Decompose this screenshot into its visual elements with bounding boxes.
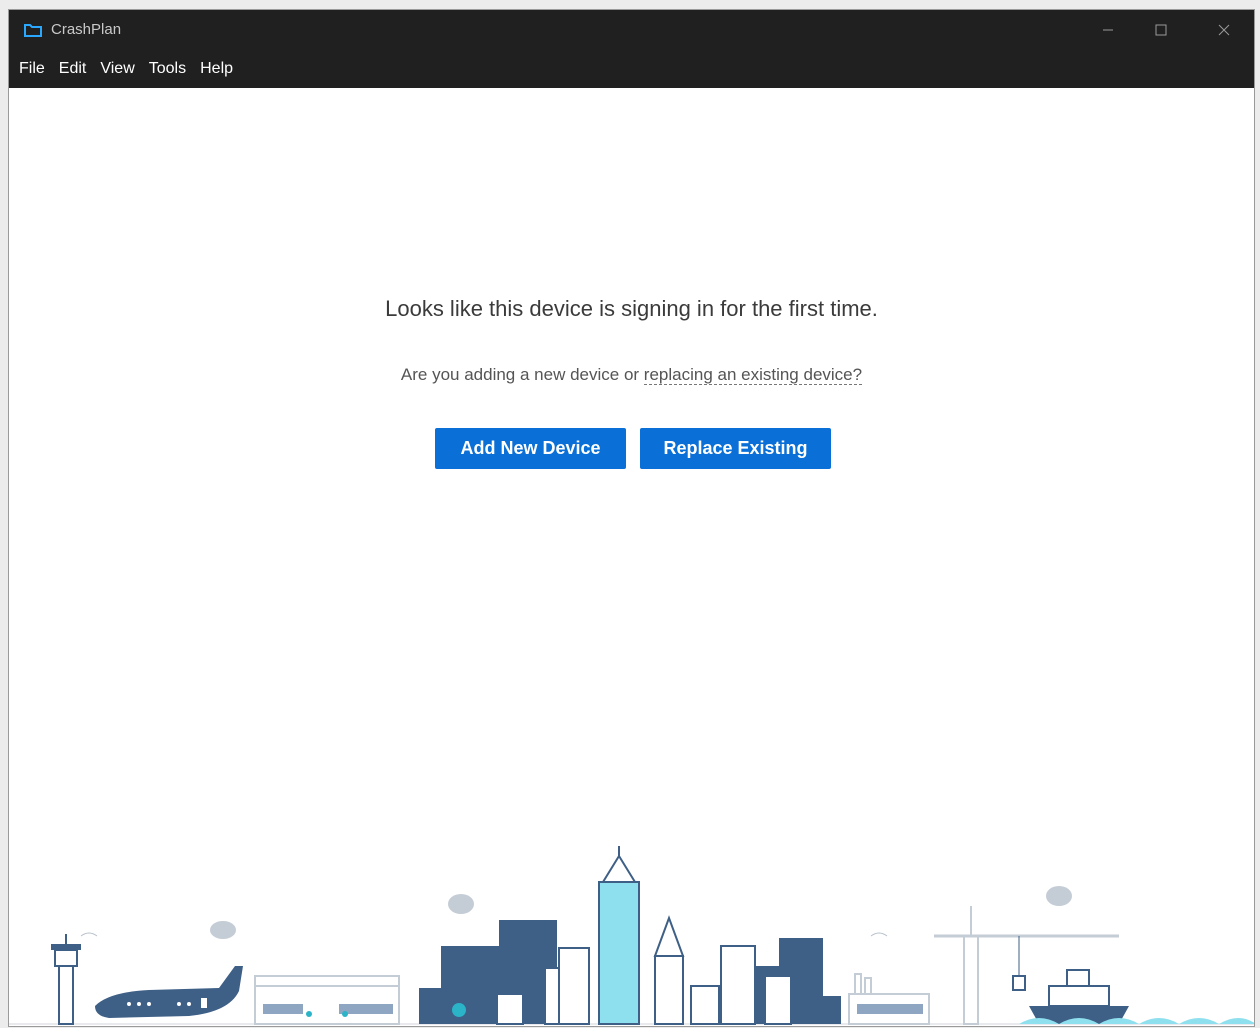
folder-icon xyxy=(24,24,42,37)
menu-file[interactable]: File xyxy=(12,50,52,88)
minimize-button[interactable] xyxy=(1078,10,1138,50)
main-content: Looks like this device is signing in for… xyxy=(9,88,1254,1026)
app-window: CrashPlan File Edit View Tools Help Look… xyxy=(8,9,1255,1027)
device-question: Are you adding a new device or replacing… xyxy=(9,365,1254,385)
window-title: CrashPlan xyxy=(51,21,122,38)
title-bar[interactable]: CrashPlan xyxy=(9,10,1254,50)
question-text: Are you adding a new device or xyxy=(400,365,644,384)
replace-existing-button[interactable]: Replace Existing xyxy=(640,428,831,469)
close-button[interactable] xyxy=(1194,10,1254,50)
page-headline: Looks like this device is signing in for… xyxy=(385,296,878,321)
menu-view[interactable]: View xyxy=(93,50,141,88)
menu-edit[interactable]: Edit xyxy=(52,50,94,88)
close-icon xyxy=(1218,24,1230,36)
city-skyline-illustration xyxy=(9,846,1254,1025)
minimize-icon xyxy=(1103,29,1113,31)
menu-help[interactable]: Help xyxy=(193,50,240,88)
maximize-button[interactable] xyxy=(1131,10,1191,50)
maximize-icon xyxy=(1155,24,1167,36)
menu-tools[interactable]: Tools xyxy=(142,50,193,88)
add-new-device-button[interactable]: Add New Device xyxy=(435,428,626,469)
replace-info-link[interactable]: replacing an existing device? xyxy=(643,365,863,385)
menu-bar: File Edit View Tools Help xyxy=(9,50,1254,88)
